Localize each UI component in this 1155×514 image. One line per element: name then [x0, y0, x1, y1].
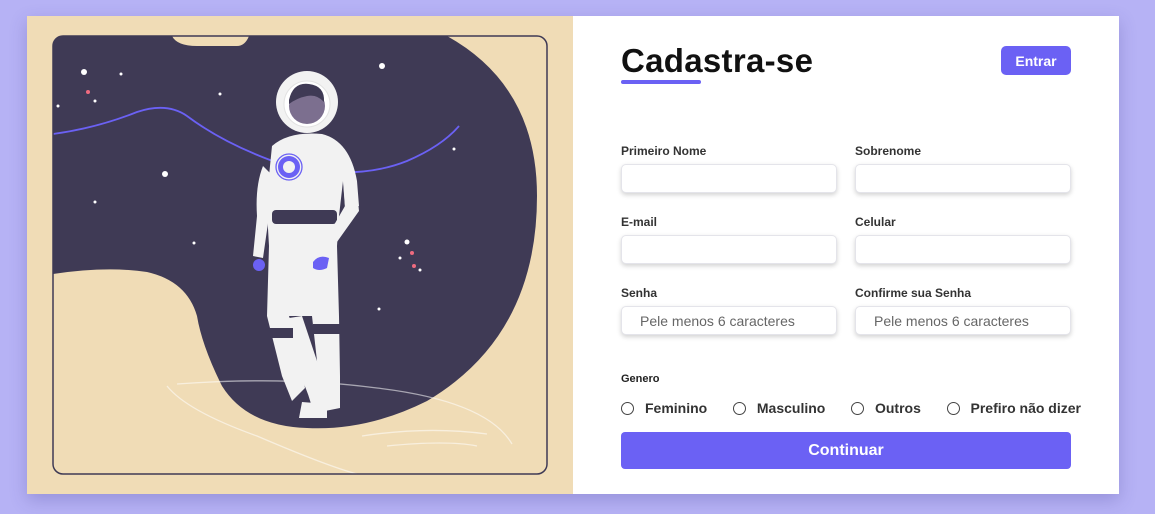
gender-option-feminino[interactable]: Feminino	[621, 400, 707, 416]
last-name-input[interactable]	[855, 164, 1071, 193]
continue-button[interactable]: Continuar	[621, 432, 1071, 469]
email-field-group: E-mail	[621, 215, 837, 264]
password-input[interactable]	[621, 306, 837, 335]
password-field-group: Senha	[621, 286, 837, 335]
first-name-input[interactable]	[621, 164, 837, 193]
radio-button[interactable]	[946, 401, 960, 415]
signup-form: Cadastra-se Entrar Primeiro Nome Sobreno…	[573, 16, 1119, 494]
email-input[interactable]	[621, 235, 837, 264]
phone-field-group: Celular	[855, 215, 1071, 264]
gender-title: Genero	[621, 373, 660, 385]
radio-button[interactable]	[732, 401, 746, 415]
gender-option-label: Prefiro não dizer	[970, 400, 1081, 416]
last-name-label: Sobrenome	[855, 144, 922, 158]
title-underline	[621, 80, 701, 84]
astronaut-illustration-svg	[52, 35, 548, 475]
signup-card: Cadastra-se Entrar Primeiro Nome Sobreno…	[27, 16, 1119, 494]
last-name-field-group: Sobrenome	[855, 144, 1071, 193]
radio-button[interactable]	[850, 401, 864, 415]
phone-label: Celular	[855, 215, 896, 229]
gender-option-label: Outros	[874, 400, 921, 416]
gender-option-prefiro-nao-dizer[interactable]: Prefiro não dizer	[946, 400, 1081, 416]
confirm-password-label: Confirme sua Senha	[855, 286, 972, 300]
gender-option-masculino[interactable]: Masculino	[732, 400, 826, 416]
login-button[interactable]: Entrar	[1001, 46, 1071, 75]
confirm-password-field-group: Confirme sua Senha	[855, 286, 1071, 335]
gender-option-outros[interactable]: Outros	[850, 400, 921, 416]
email-label: E-mail	[621, 215, 658, 229]
phone-input[interactable]	[855, 235, 1071, 264]
gender-radio-group: Feminino Masculino Outros Prefiro não di…	[621, 397, 1081, 419]
gender-option-label: Feminino	[645, 400, 708, 416]
radio-button[interactable]	[621, 401, 634, 415]
gender-option-label: Masculino	[756, 400, 826, 416]
first-name-label: Primeiro Nome	[621, 144, 707, 158]
page-title: Cadastra-se	[621, 42, 814, 79]
first-name-field-group: Primeiro Nome	[621, 144, 837, 193]
password-label: Senha	[621, 286, 658, 300]
astronaut-illustration	[27, 16, 573, 494]
confirm-password-input[interactable]	[855, 306, 1071, 335]
